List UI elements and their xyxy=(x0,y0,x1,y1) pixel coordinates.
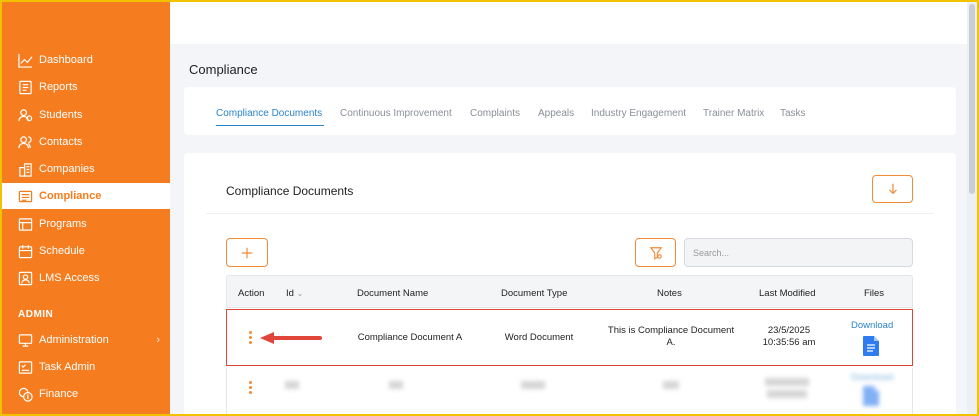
column-header-last-modified: Last Modified xyxy=(759,288,816,299)
sidebar-item-label: Administration xyxy=(39,334,109,346)
sidebar-item-label: Companies xyxy=(39,163,95,175)
sidebar-item-finance[interactable]: Finance xyxy=(0,381,170,407)
compliance-icon xyxy=(18,189,33,204)
sidebar-item-compliance[interactable]: Compliance xyxy=(0,183,170,209)
column-header-action: Action xyxy=(238,288,265,299)
search-input[interactable] xyxy=(684,238,913,267)
sidebar-item-administration[interactable]: Administration › xyxy=(0,327,170,353)
compliance-documents-card: Compliance Documents Action Id ⌄ Documen… xyxy=(184,153,956,416)
blurred-cell xyxy=(521,381,545,389)
filter-button[interactable] xyxy=(635,238,676,267)
cell-document-name: Compliance Document A xyxy=(357,332,463,343)
sidebar-item-label: LMS Access xyxy=(39,272,100,284)
sidebar-item-label: Schedule xyxy=(39,245,85,257)
sidebar-item-students[interactable]: Students xyxy=(0,102,170,128)
sidebar-item-label: Finance xyxy=(39,388,79,400)
column-header-notes: Notes xyxy=(657,288,682,299)
notes-line: A. xyxy=(666,337,676,348)
download-link[interactable]: Download xyxy=(851,372,893,383)
modified-time: 10:35:56 am xyxy=(762,337,816,348)
programs-icon xyxy=(18,217,33,232)
tabs-card: Compliance Documents Continuous Improvem… xyxy=(184,87,956,135)
tab-tasks[interactable]: Tasks xyxy=(780,108,806,119)
table-header: Action Id ⌄ Document Name Document Type … xyxy=(226,275,913,308)
sidebar-item-label: Dashboard xyxy=(39,54,93,66)
table-row: Compliance Document A Word Document This… xyxy=(226,309,913,366)
card-title: Compliance Documents xyxy=(226,184,354,198)
tab-compliance-documents[interactable]: Compliance Documents xyxy=(216,108,322,119)
lms-icon xyxy=(18,271,33,286)
report-icon xyxy=(18,80,33,95)
blurred-cell xyxy=(767,390,807,398)
sort-chevron-down-icon: ⌄ xyxy=(296,289,304,298)
sidebar: Dashboard Reports Students Contacts Comp… xyxy=(0,0,170,416)
coins-icon xyxy=(18,387,33,402)
column-header-document-type: Document Type xyxy=(501,288,568,299)
sidebar-item-schedule[interactable]: Schedule xyxy=(0,238,170,264)
tab-trainer-matrix[interactable]: Trainer Matrix xyxy=(703,108,764,119)
active-tab-underline xyxy=(216,125,324,126)
sidebar-item-reports[interactable]: Reports xyxy=(0,74,170,100)
cell-notes: This is Compliance Document A. xyxy=(601,325,741,349)
contacts-icon xyxy=(18,135,33,150)
cell-document-type: Word Document xyxy=(504,332,574,343)
column-header-files: Files xyxy=(864,288,885,299)
top-bar xyxy=(170,0,967,44)
sidebar-item-programs[interactable]: Programs xyxy=(0,211,170,237)
arrow-down-icon xyxy=(888,183,897,195)
tab-continuous-improvement[interactable]: Continuous Improvement xyxy=(340,108,452,119)
page-title: Compliance xyxy=(189,62,258,77)
add-document-button[interactable] xyxy=(226,238,268,267)
blurred-cell xyxy=(285,381,299,389)
table-row: Download xyxy=(226,368,913,416)
download-link[interactable]: Download xyxy=(851,320,893,331)
sidebar-item-label: Contacts xyxy=(39,136,83,148)
sidebar-item-contacts[interactable]: Contacts xyxy=(0,129,170,155)
download-all-button[interactable] xyxy=(872,175,913,203)
row-actions-kebab-icon[interactable] xyxy=(248,381,254,396)
annotation-arrow-icon xyxy=(260,332,322,344)
sidebar-item-lms-access[interactable]: LMS Access xyxy=(0,265,170,291)
sidebar-item-label: Reports xyxy=(39,81,78,93)
calendar-icon xyxy=(18,244,33,259)
sidebar-item-label: Programs xyxy=(39,218,87,230)
column-header-document-name: Document Name xyxy=(357,288,429,299)
card-divider xyxy=(206,213,934,214)
scrollbar-thumb[interactable] xyxy=(969,4,975,194)
monitor-icon xyxy=(18,333,33,348)
google-doc-file-icon[interactable] xyxy=(863,336,879,356)
column-header-label: Id xyxy=(286,288,294,299)
tab-industry-engagement[interactable]: Industry Engagement xyxy=(591,108,686,119)
google-doc-file-icon[interactable] xyxy=(863,386,879,406)
plus-icon xyxy=(241,247,253,258)
sidebar-item-companies[interactable]: Companies xyxy=(0,156,170,182)
sidebar-item-task-admin[interactable]: Task Admin xyxy=(0,354,170,380)
sidebar-item-label: Task Admin xyxy=(39,361,96,373)
students-icon xyxy=(18,108,33,123)
admin-section-title: ADMIN xyxy=(18,309,54,320)
blurred-cell xyxy=(389,381,403,389)
cell-last-modified: 23/5/2025 10:35:56 am xyxy=(749,325,829,349)
blurred-cell xyxy=(765,378,809,386)
tab-complaints[interactable]: Complaints xyxy=(470,108,520,119)
sidebar-item-label: Students xyxy=(39,109,83,121)
chevron-right-icon: › xyxy=(156,334,160,346)
column-header-id[interactable]: Id ⌄ xyxy=(286,288,303,299)
buildings-icon xyxy=(18,162,33,177)
sidebar-item-dashboard[interactable]: Dashboard xyxy=(0,47,170,73)
filter-icon xyxy=(649,246,662,260)
sidebar-item-label: Compliance xyxy=(39,190,102,202)
modified-date: 23/5/2025 xyxy=(767,325,811,336)
tab-appeals[interactable]: Appeals xyxy=(538,108,574,119)
notes-line: This is Compliance Document xyxy=(607,325,735,336)
blurred-cell xyxy=(663,381,679,389)
task-icon xyxy=(18,360,33,375)
row-actions-kebab-icon[interactable] xyxy=(248,331,254,346)
chart-line-icon xyxy=(18,53,33,68)
